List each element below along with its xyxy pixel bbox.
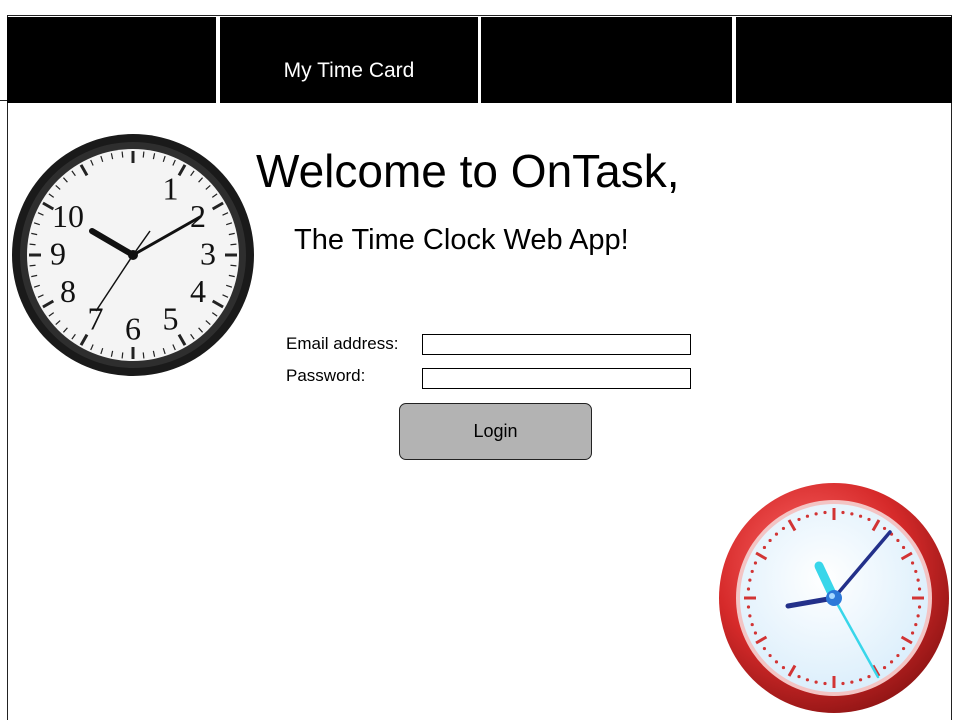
clock-numeral: 9 (50, 235, 66, 271)
clock-numeral: 2 (190, 198, 206, 234)
red-analog-clock-icon (716, 482, 956, 723)
email-label: Email address: (286, 334, 399, 353)
frame-top-line (218, 15, 952, 16)
nav-tab-my-time-card[interactable]: My Time Card (220, 17, 478, 103)
nav-tab-3[interactable] (481, 17, 732, 103)
clock-numeral: 6 (125, 310, 141, 346)
page-title: Welcome to OnTask, (256, 145, 680, 197)
page-subtitle: The Time Clock Web App! (294, 224, 629, 256)
clock-numeral: 8 (60, 273, 76, 309)
analog-clock-icon: 1 2 3 4 5 6 7 8 9 10 (10, 133, 256, 382)
login-button[interactable]: Login (399, 403, 592, 460)
clock-numeral: 3 (200, 235, 216, 271)
top-nav: My Time Card (7, 17, 952, 103)
clock-numeral: 10 (52, 198, 84, 234)
email-field[interactable] (422, 334, 691, 355)
nav-tab-1[interactable] (7, 17, 216, 103)
password-field[interactable] (422, 368, 691, 389)
clock-numeral: 7 (88, 300, 104, 336)
password-label: Password: (286, 366, 366, 385)
clock-numeral: 5 (163, 300, 179, 336)
clock-numeral: 1 (163, 170, 179, 206)
clock-numeral: 4 (190, 273, 206, 309)
nav-tab-4[interactable] (736, 17, 952, 103)
